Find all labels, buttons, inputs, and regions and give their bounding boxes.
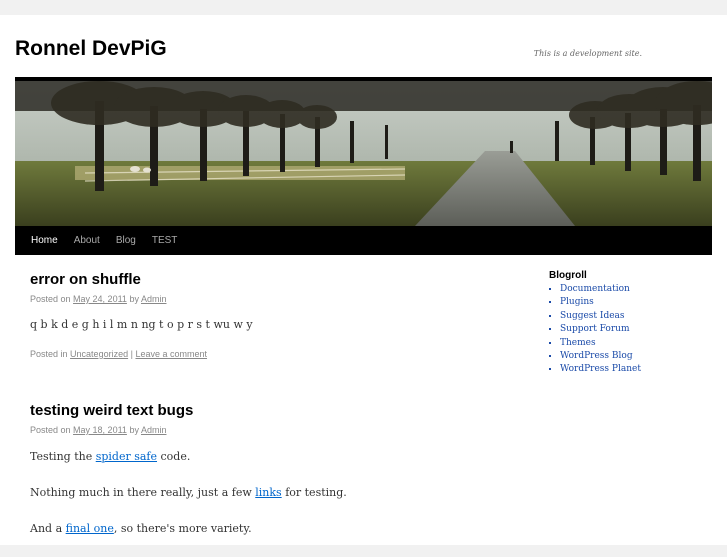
meta-by: by — [129, 294, 139, 304]
blogroll-item[interactable]: Suggest Ideas — [560, 310, 709, 323]
meta-by: by — [129, 425, 139, 435]
blogroll-link-support-forum[interactable]: Support Forum — [560, 324, 630, 334]
spider-safe-link[interactable]: spider safe — [96, 450, 157, 463]
paragraph-text: code. — [160, 450, 191, 463]
header-image — [15, 77, 712, 230]
post-body: q b k d e g h i l m n ng t o p r s t wu … — [30, 318, 253, 331]
blogroll-link-wordpress-blog[interactable]: WordPress Blog — [560, 351, 633, 361]
paragraph-text: for testing. — [285, 486, 347, 499]
post-utility: Posted in Uncategorized | Leave a commen… — [30, 347, 253, 361]
main-navigation: Home About Blog TEST — [15, 226, 712, 255]
blogroll-item[interactable]: Plugins — [560, 296, 709, 309]
utility-separator: | — [130, 349, 133, 359]
nav-item-blog[interactable]: Blog — [108, 226, 144, 255]
post-paragraph: Testing the spider safe code. — [30, 449, 480, 465]
nav-link-home[interactable]: Home — [23, 226, 66, 255]
category-link[interactable]: Uncategorized — [70, 349, 128, 359]
post-title[interactable]: error on shuffle — [30, 270, 253, 290]
nav-link-blog[interactable]: Blog — [108, 226, 144, 255]
post-content: q b k d e g h i l m n ng t o p r s t wu … — [30, 317, 253, 333]
nav-link-about[interactable]: About — [66, 226, 108, 255]
paragraph-text: Testing the — [30, 450, 93, 463]
blogroll-link-wordpress-planet[interactable]: WordPress Planet — [560, 364, 641, 374]
nav-item-about[interactable]: About — [66, 226, 108, 255]
post-date-link[interactable]: May 18, 2011 — [73, 425, 127, 435]
site-title[interactable]: Ronnel DevPiG — [15, 37, 167, 61]
nav-item-test[interactable]: TEST — [144, 226, 186, 255]
post: error on shuffle Posted on May 24, 2011 … — [30, 270, 253, 361]
blogroll-item[interactable]: WordPress Planet — [560, 363, 709, 376]
widget-title: Blogroll — [549, 270, 587, 281]
post-meta: Posted on May 24, 2011 by Admin — [30, 292, 253, 306]
post-title[interactable]: testing weird text bugs — [30, 401, 480, 421]
post-paragraph: And a final one, so there's more variety… — [30, 521, 480, 537]
utility-prefix: Posted in — [30, 349, 68, 359]
blogroll-link-plugins[interactable]: Plugins — [560, 297, 594, 307]
post-meta: Posted on May 18, 2011 by Admin — [30, 423, 480, 437]
paragraph-text: And a — [30, 522, 63, 535]
final-one-link[interactable]: final one — [66, 522, 114, 535]
blogroll-item[interactable]: Support Forum — [560, 323, 709, 336]
paragraph-text: , so there's more variety. — [113, 522, 252, 535]
blogroll-item[interactable]: WordPress Blog — [560, 350, 709, 363]
site-description: This is a development site. — [533, 49, 642, 58]
nav-item-home[interactable]: Home — [23, 226, 66, 255]
post-date-link[interactable]: May 24, 2011 — [73, 294, 127, 304]
meta-prefix: Posted on — [30, 425, 71, 435]
post-author-link[interactable]: Admin — [141, 425, 167, 435]
comment-link[interactable]: Leave a comment — [135, 349, 207, 359]
blogroll-item[interactable]: Documentation — [560, 283, 709, 296]
blogroll-link-themes[interactable]: Themes — [560, 338, 596, 348]
links-link[interactable]: links — [255, 486, 281, 499]
blogroll-link-documentation[interactable]: Documentation — [560, 284, 630, 294]
meta-prefix: Posted on — [30, 294, 71, 304]
blogroll-list: Documentation Plugins Suggest Ideas Supp… — [549, 283, 709, 377]
post: testing weird text bugs Posted on May 18… — [30, 401, 480, 557]
post-paragraph: Nothing much in there really, just a few… — [30, 485, 480, 501]
post-content: Testing the spider safe code. Nothing mu… — [30, 449, 480, 537]
sidebar: Blogroll Documentation Plugins Suggest I… — [549, 270, 709, 377]
paragraph-text: Nothing much in there really, just a few — [30, 486, 252, 499]
nav-link-test[interactable]: TEST — [144, 226, 186, 255]
post-author-link[interactable]: Admin — [141, 294, 167, 304]
blogroll-link-suggest-ideas[interactable]: Suggest Ideas — [560, 311, 625, 321]
blogroll-item[interactable]: Themes — [560, 337, 709, 350]
